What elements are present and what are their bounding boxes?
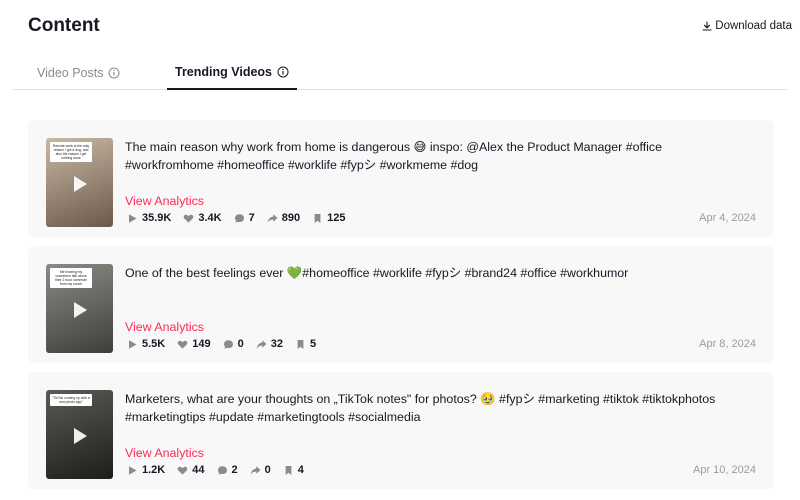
post-date: Apr 4, 2024	[699, 212, 756, 224]
info-icon	[277, 66, 289, 78]
video-stats: 5.5K 149 0 32 5	[127, 337, 328, 351]
post-date: Apr 8, 2024	[699, 338, 756, 350]
video-card: Me hearing my coworkers talk about their…	[28, 246, 774, 363]
comments-count: 2	[231, 464, 238, 476]
comment-icon	[217, 465, 227, 475]
saves-count: 4	[297, 464, 304, 476]
saves-count: 125	[327, 212, 346, 224]
views-count: 1.2K	[142, 464, 166, 476]
view-analytics-link[interactable]: View Analytics	[125, 320, 204, 334]
likes-stat: 149	[177, 338, 211, 350]
video-caption: The main reason why work from home is da…	[125, 140, 662, 172]
tab-video-posts[interactable]: Video Posts	[37, 56, 120, 90]
comments-count: 7	[248, 212, 255, 224]
views-stat: 1.2K	[127, 464, 165, 476]
comments-stat: 7	[234, 212, 255, 224]
views-count: 35.9K	[142, 212, 172, 224]
comments-stat: 0	[223, 338, 244, 350]
comments-count: 0	[237, 338, 244, 350]
view-analytics-link[interactable]: View Analytics	[125, 194, 204, 208]
shares-count: 32	[270, 338, 283, 350]
thumbnail-overlay-text: Remote work is the only reason I got a d…	[50, 142, 92, 162]
shares-stat: 0	[250, 464, 271, 476]
video-card: "TikTok coming up with a new photo app" …	[28, 372, 774, 489]
likes-stat: 3.4K	[183, 212, 222, 224]
tab-bar: Video Posts Trending Videos	[12, 56, 788, 90]
share-icon	[267, 213, 278, 223]
likes-count: 3.4K	[198, 212, 222, 224]
saves-count: 5	[309, 338, 317, 350]
thumbnail-overlay-text: "TikTok coming up with a new photo app"	[50, 394, 92, 406]
comments-stat: 2	[217, 464, 238, 476]
tab-label: Trending Videos	[175, 65, 273, 79]
post-date: Apr 10, 2024	[693, 464, 756, 476]
download-data-label: Download data	[715, 20, 792, 32]
likes-count: 149	[192, 338, 211, 350]
saves-stat: 125	[312, 212, 345, 224]
download-data-button[interactable]: Download data	[702, 20, 792, 32]
heart-icon	[177, 466, 188, 475]
tab-label: Video Posts	[37, 66, 104, 80]
play-overlay-icon	[74, 302, 87, 318]
thumbnail-overlay-text: Me hearing my coworkers talk about their…	[50, 268, 92, 288]
video-caption: Marketers, what are your thoughts on „Ti…	[125, 392, 716, 424]
shares-count: 0	[264, 464, 271, 476]
play-overlay-icon	[74, 428, 87, 444]
bookmark-icon	[285, 465, 292, 475]
download-icon	[702, 21, 712, 31]
share-icon	[256, 339, 267, 349]
saves-stat: 5	[295, 338, 316, 350]
likes-stat: 44	[177, 464, 205, 476]
heart-icon	[184, 214, 194, 223]
bookmark-icon	[297, 339, 304, 349]
video-thumbnail[interactable]: Remote work is the only reason I got a d…	[46, 138, 113, 227]
comment-icon	[234, 213, 244, 223]
video-thumbnail[interactable]: "TikTok coming up with a new photo app"	[46, 390, 113, 479]
play-icon	[129, 213, 137, 223]
play-icon	[129, 465, 137, 475]
likes-count: 44	[192, 464, 205, 476]
shares-stat: 32	[256, 338, 283, 350]
saves-stat: 4	[283, 464, 304, 476]
heart-icon	[177, 340, 188, 349]
trending-video-list: Remote work is the only reason I got a d…	[28, 120, 774, 498]
views-count: 5.5K	[142, 338, 166, 350]
play-overlay-icon	[74, 176, 87, 192]
shares-count: 890	[281, 212, 301, 224]
video-thumbnail[interactable]: Me hearing my coworkers talk about their…	[46, 264, 113, 353]
views-stat: 5.5K	[127, 338, 165, 350]
bookmark-icon	[314, 213, 321, 223]
info-icon	[108, 67, 120, 79]
video-stats: 1.2K 44 2 0 4	[127, 463, 316, 477]
view-analytics-link[interactable]: View Analytics	[125, 446, 204, 460]
video-stats: 35.9K 3.4K 7 890 125	[127, 211, 357, 225]
comment-icon	[223, 339, 233, 349]
shares-stat: 890	[267, 212, 300, 224]
share-icon	[250, 465, 261, 475]
play-icon	[129, 339, 137, 349]
video-caption: One of the best feelings ever 💚#homeoffi…	[125, 266, 629, 280]
views-stat: 35.9K	[127, 212, 171, 224]
video-card: Remote work is the only reason I got a d…	[28, 120, 774, 237]
page-title: Content	[28, 15, 100, 36]
tab-trending-videos[interactable]: Trending Videos	[167, 56, 298, 90]
